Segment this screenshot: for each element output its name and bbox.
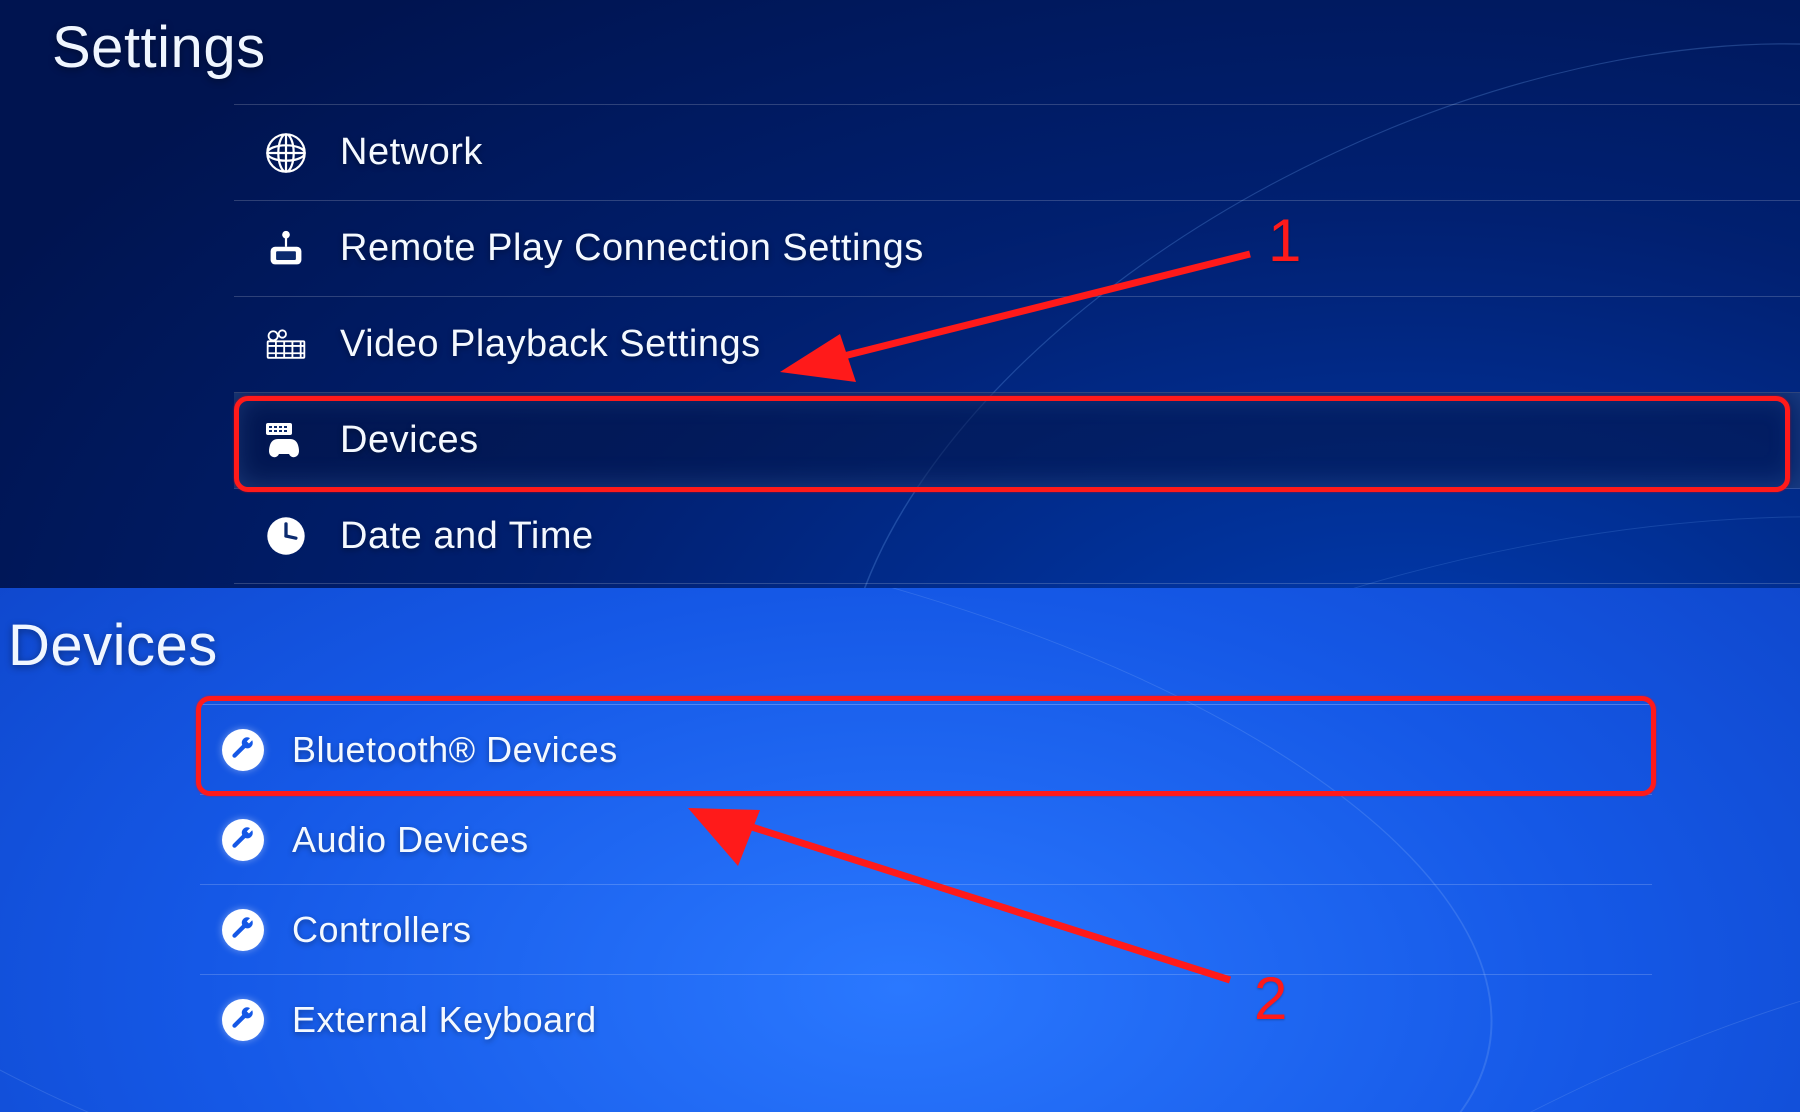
film-icon (264, 323, 308, 367)
settings-item-label: Devices (340, 419, 479, 462)
remote-play-icon (264, 227, 308, 271)
clock-icon (264, 514, 308, 558)
settings-item-devices[interactable]: Devices (234, 392, 1800, 488)
globe-icon (264, 131, 308, 175)
settings-item-date-time[interactable]: Date and Time (234, 488, 1800, 584)
settings-item-remote-play[interactable]: Remote Play Connection Settings (234, 200, 1800, 296)
settings-screen: Settings Network (0, 0, 1800, 588)
devices-menu: Bluetooth® Devices Audio Devices C (200, 704, 1652, 1064)
page-title-devices: Devices (8, 612, 218, 679)
devices-icon (264, 419, 308, 463)
wrench-icon (222, 999, 264, 1041)
devices-item-bluetooth[interactable]: Bluetooth® Devices (200, 704, 1652, 794)
devices-item-label: External Keyboard (292, 999, 597, 1041)
settings-item-label: Video Playback Settings (340, 323, 761, 366)
devices-item-label: Audio Devices (292, 819, 529, 861)
settings-item-label: Remote Play Connection Settings (340, 227, 924, 270)
wrench-icon (222, 909, 264, 951)
wrench-icon (222, 729, 264, 771)
page-title-settings: Settings (52, 14, 266, 81)
settings-item-video-playback[interactable]: Video Playback Settings (234, 296, 1800, 392)
devices-item-label: Bluetooth® Devices (292, 729, 618, 771)
settings-item-label: Date and Time (340, 515, 594, 558)
settings-item-network[interactable]: Network (234, 104, 1800, 200)
settings-item-label: Network (340, 131, 483, 174)
devices-screen: Devices Bluetooth® Devices Audio De (0, 588, 1800, 1112)
devices-item-label: Controllers (292, 909, 472, 951)
wrench-icon (222, 819, 264, 861)
devices-item-audio[interactable]: Audio Devices (200, 794, 1652, 884)
settings-menu: Network Remote Play Connection Settings (234, 104, 1800, 584)
devices-item-controllers[interactable]: Controllers (200, 884, 1652, 974)
devices-item-external-keyboard[interactable]: External Keyboard (200, 974, 1652, 1064)
